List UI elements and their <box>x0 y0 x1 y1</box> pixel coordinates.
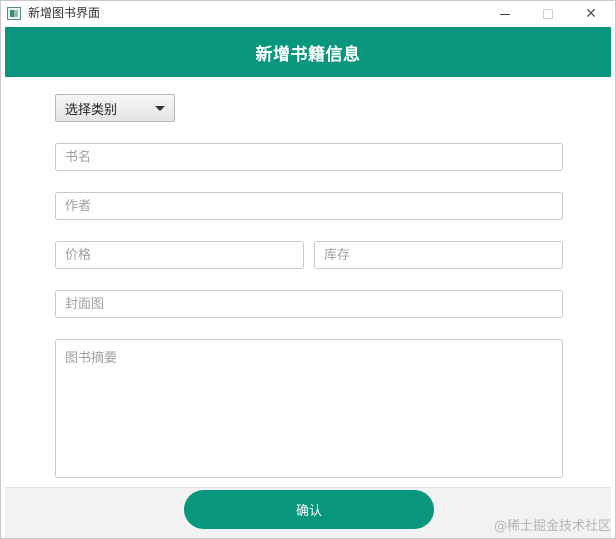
watermark-text: @稀土掘金技术社区 <box>493 519 611 534</box>
minimize-button[interactable] <box>483 1 527 27</box>
cover-image-input[interactable] <box>55 290 563 318</box>
book-name-input[interactable] <box>55 143 563 171</box>
confirm-button[interactable]: 确认 <box>184 490 434 529</box>
category-select[interactable]: 选择类别 <box>55 94 175 122</box>
app-icon <box>7 7 21 20</box>
chevron-down-icon <box>155 106 165 111</box>
page-title: 新增书籍信息 <box>255 44 361 65</box>
title-bar[interactable]: 新增图书界面 ✕ <box>1 1 615 27</box>
window-title: 新增图书界面 <box>28 6 101 20</box>
stock-input[interactable] <box>314 241 563 269</box>
app-window: 新增图书界面 ✕ 新增书籍信息 选择类别 确认 @稀土掘金技术社区 <box>0 0 616 539</box>
category-select-value: 选择类别 <box>65 102 118 118</box>
price-input[interactable] <box>55 241 304 269</box>
maximize-icon <box>543 9 553 19</box>
confirm-button-label: 确认 <box>295 504 322 519</box>
author-input[interactable] <box>55 192 563 220</box>
close-button[interactable]: ✕ <box>569 1 613 27</box>
book-form: 选择类别 <box>5 77 611 487</box>
close-icon: ✕ <box>585 6 597 22</box>
summary-textarea[interactable] <box>55 339 563 478</box>
minimize-icon <box>500 13 510 15</box>
page-header: 新增书籍信息 <box>5 27 611 77</box>
maximize-button[interactable] <box>526 1 570 27</box>
